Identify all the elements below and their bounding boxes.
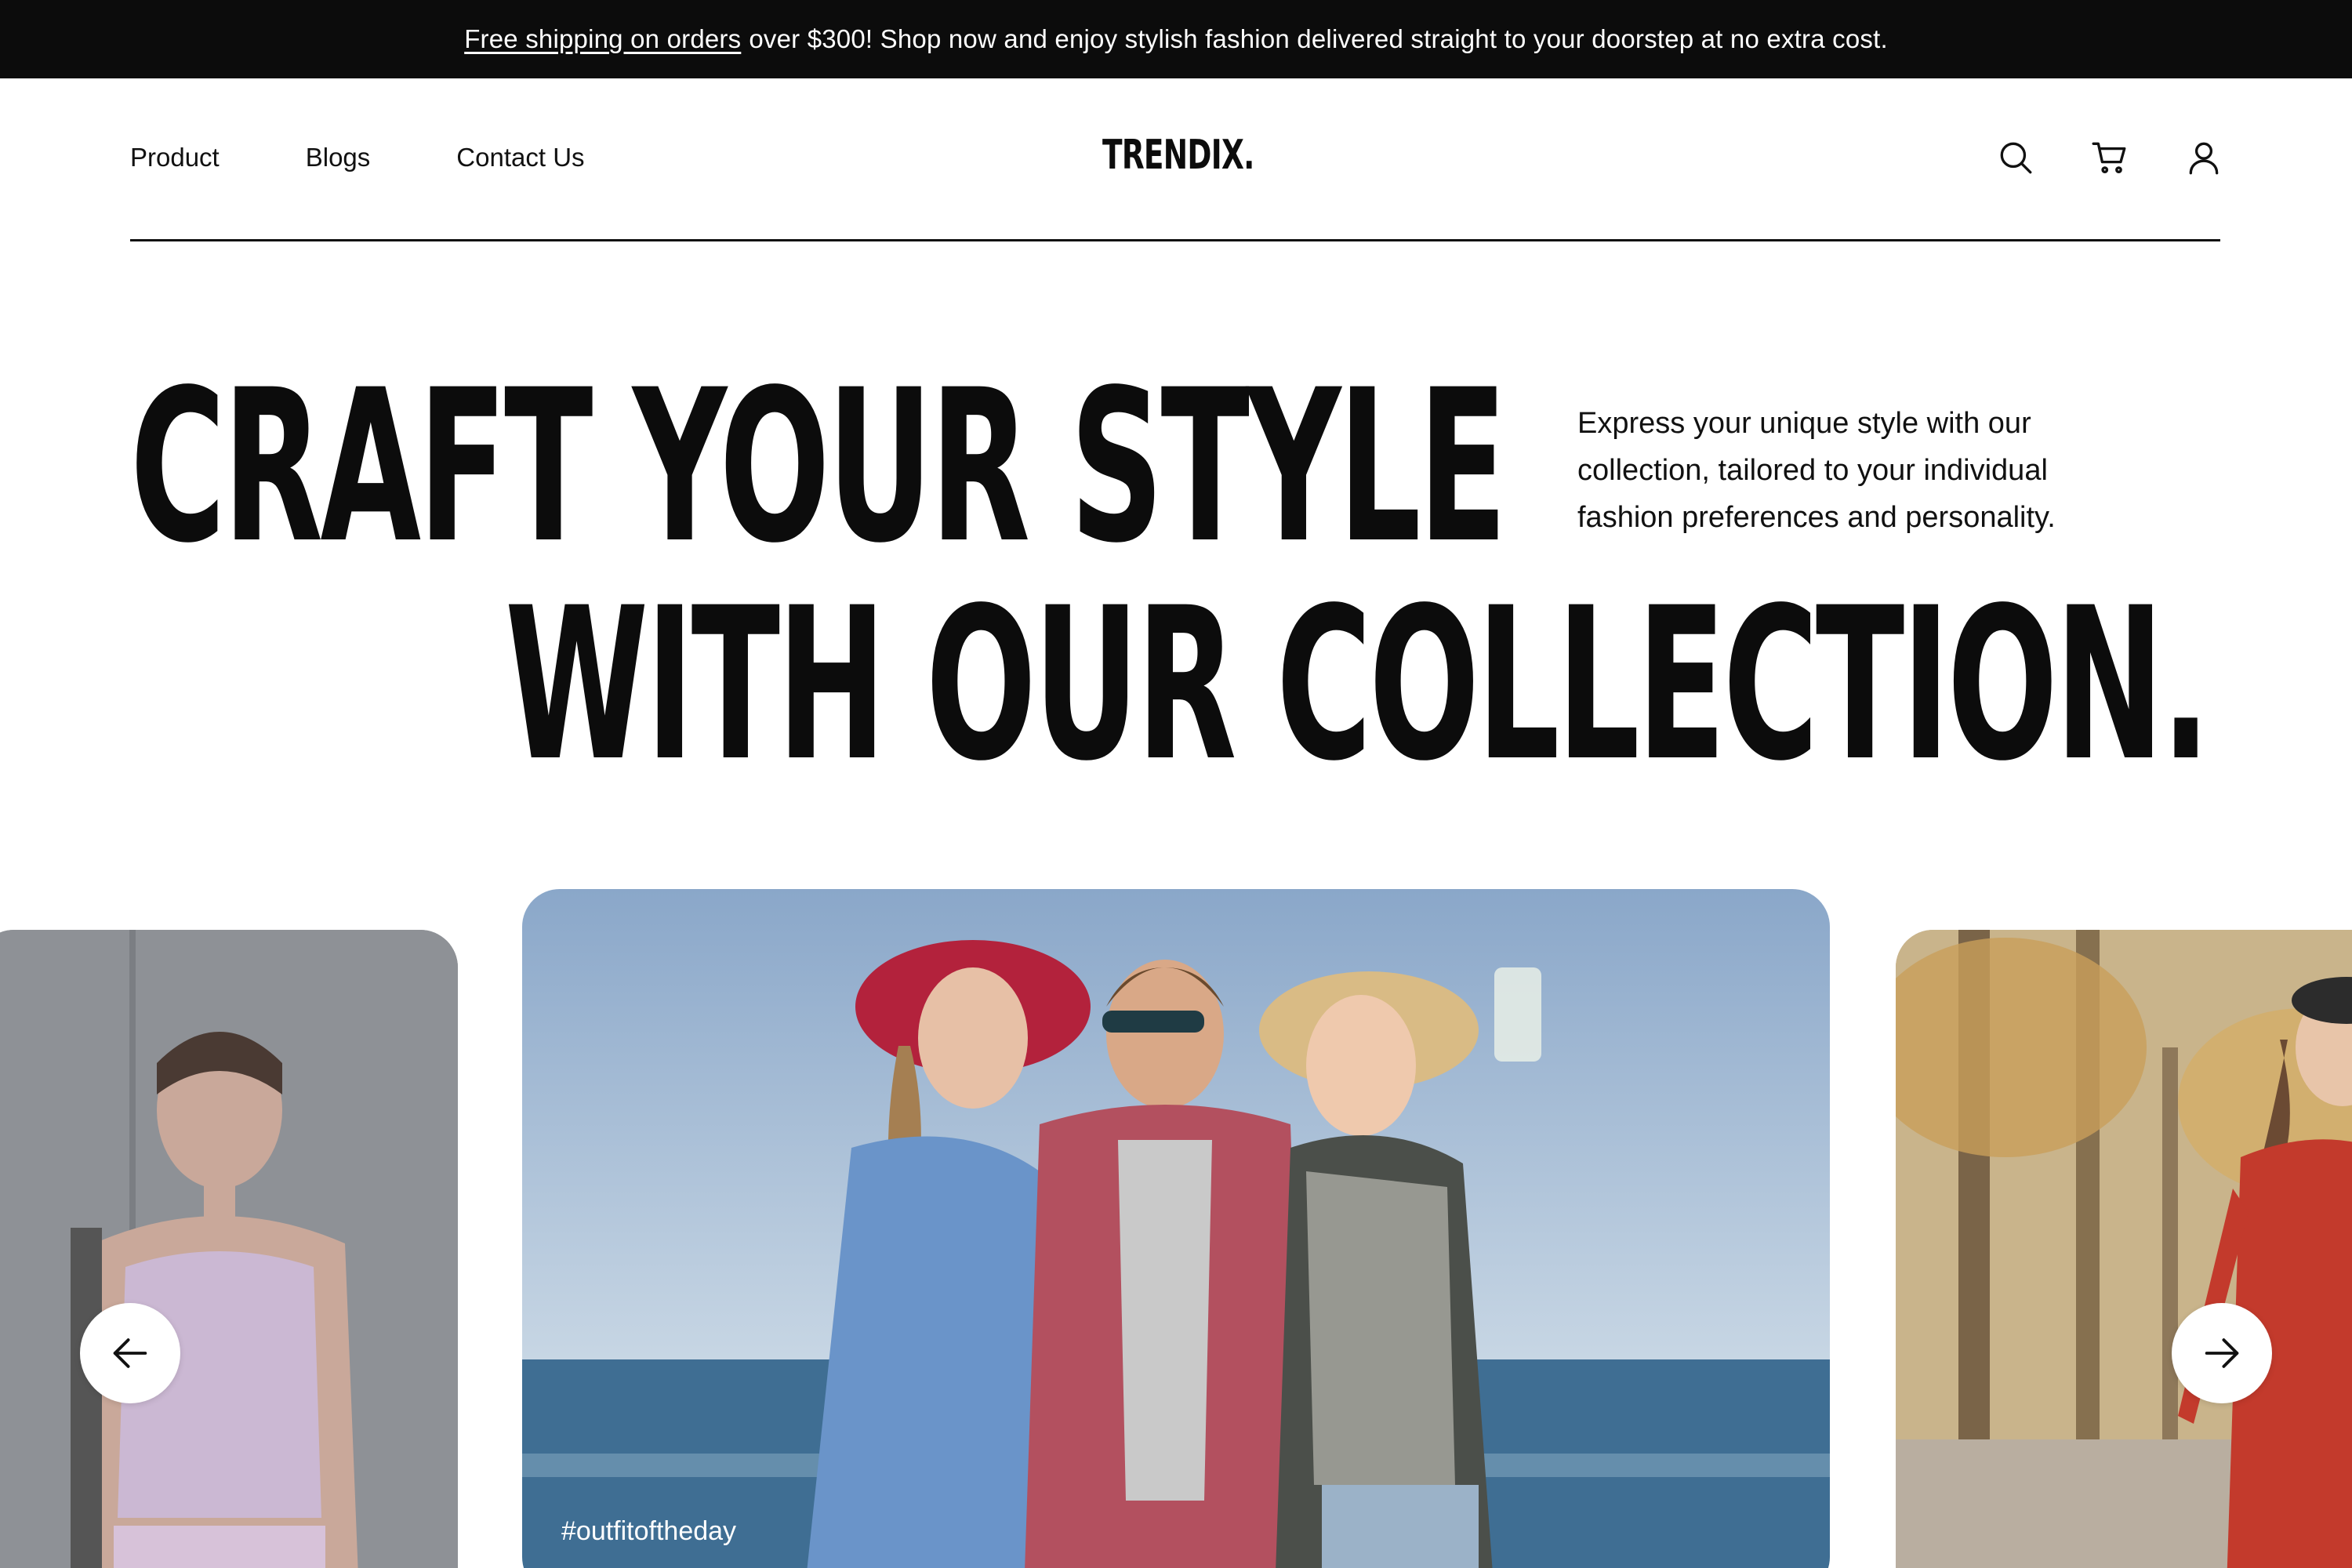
carousel-card-active[interactable]: #outfitoftheday bbox=[522, 889, 1830, 1568]
carousel-hashtag: #outfitoftheday bbox=[561, 1516, 737, 1546]
site-header: Product Blogs Contact Us TRENDIX. bbox=[0, 78, 2352, 241]
woman-red-coat-image bbox=[1896, 930, 2352, 1568]
hero-heading-line-2: WITH OUR COLLECTION. bbox=[505, 563, 2211, 808]
hero-heading-line-1: CRAFT YOUR STYLE bbox=[130, 345, 1507, 590]
cart-icon[interactable] bbox=[2090, 138, 2129, 177]
woman-checking-watch-image bbox=[0, 930, 458, 1568]
carousel-card-prev[interactable] bbox=[0, 930, 458, 1568]
announcement-text: over $300! Shop now and enjoy stylish fa… bbox=[749, 24, 1888, 53]
user-icon[interactable] bbox=[2184, 138, 2223, 177]
friends-beach-image bbox=[522, 889, 1830, 1568]
nav-item-contact-us[interactable]: Contact Us bbox=[456, 143, 584, 172]
announcement-bar: Free shipping on orders over $300! Shop … bbox=[0, 0, 2352, 78]
brand-logo[interactable]: TRENDIX. bbox=[1102, 132, 1254, 179]
free-shipping-link[interactable]: Free shipping on orders bbox=[464, 24, 741, 54]
header-icons bbox=[1996, 138, 2223, 177]
carousel-card-next[interactable] bbox=[1896, 930, 2352, 1568]
arrow-left-icon bbox=[113, 1338, 147, 1368]
search-icon[interactable] bbox=[1996, 138, 2035, 177]
main-nav: Product Blogs Contact Us bbox=[130, 143, 671, 172]
arrow-right-icon bbox=[2205, 1338, 2239, 1368]
header-divider bbox=[130, 239, 2220, 241]
carousel-prev-button[interactable] bbox=[80, 1303, 180, 1403]
nav-item-blogs[interactable]: Blogs bbox=[306, 143, 371, 172]
nav-item-product[interactable]: Product bbox=[130, 143, 220, 172]
hero-subtitle: Express your unique style with our colle… bbox=[1577, 407, 2056, 534]
carousel-next-button[interactable] bbox=[2172, 1303, 2272, 1403]
